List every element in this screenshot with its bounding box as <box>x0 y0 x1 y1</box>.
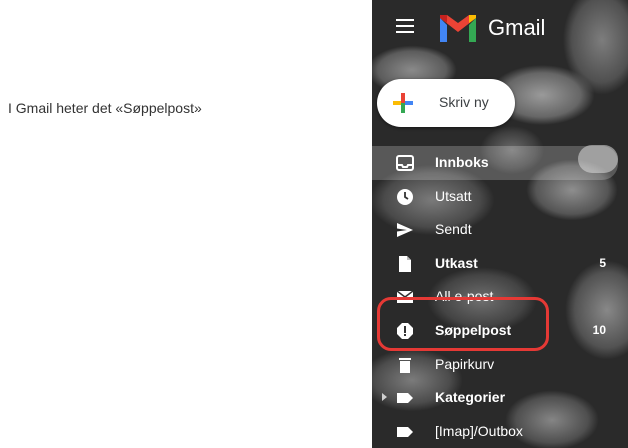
nav-item-label: Utsatt <box>435 187 472 204</box>
label-icon <box>396 423 414 441</box>
trash-icon <box>396 356 414 374</box>
label-icon <box>396 389 414 407</box>
nav-item-label: Sendt <box>435 221 472 238</box>
nav-item-label: Utkast <box>435 254 478 271</box>
gmail-wordmark: Gmail <box>488 15 546 40</box>
nav-item-imap-outbox[interactable]: [Imap]/Outbox <box>372 415 628 448</box>
nav-item-label: Papirkurv <box>435 355 495 372</box>
expand-arrow-icon[interactable] <box>382 393 387 402</box>
unread-count: 10 <box>592 322 606 337</box>
tooltip-bubble <box>578 145 618 173</box>
clock-icon <box>396 188 414 206</box>
nav-item-sendt[interactable]: Sendt <box>372 213 628 247</box>
nav-item-utkast[interactable]: Utkast 5 <box>372 247 628 281</box>
draft-icon <box>396 255 414 273</box>
compose-button[interactable]: Skriv ny <box>377 79 515 127</box>
nav-item-label: [Imap]/Outbox <box>435 422 523 439</box>
spam-highlight-outline <box>377 297 549 351</box>
nav-item-label: Kategorier <box>435 389 506 406</box>
nav-item-label: Innboks <box>435 154 489 170</box>
nav-item-utsatt[interactable]: Utsatt <box>372 180 628 214</box>
unread-count: 5 <box>599 255 606 270</box>
gmail-sidebar-screenshot: Gmail Skriv ny Innboks Utsatt Sendt Utka… <box>372 0 628 448</box>
plus-icon <box>393 93 413 113</box>
send-icon <box>396 221 414 239</box>
gmail-header: Gmail <box>372 0 628 56</box>
gmail-m-logo-icon <box>440 15 476 42</box>
compose-label: Skriv ny <box>439 94 489 110</box>
article-caption: I Gmail heter det «Søppelpost» <box>8 100 202 116</box>
nav-item-papirkurv[interactable]: Papirkurv <box>372 348 628 382</box>
nav-item-kategorier[interactable]: Kategorier <box>372 381 628 415</box>
inbox-icon <box>396 154 414 172</box>
hamburger-menu-icon[interactable] <box>396 19 414 33</box>
